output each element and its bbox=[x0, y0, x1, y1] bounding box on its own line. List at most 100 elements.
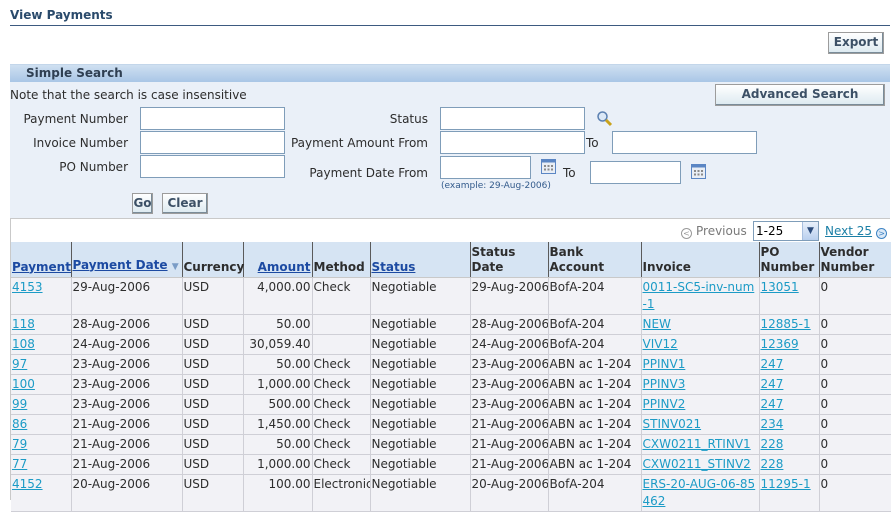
status-input[interactable] bbox=[440, 107, 585, 130]
search-icon[interactable] bbox=[596, 110, 613, 127]
po-number-link[interactable]: 11295-1 bbox=[761, 477, 811, 491]
po-number-link[interactable]: 247 bbox=[761, 397, 784, 411]
payment-amount-to-input[interactable] bbox=[612, 131, 757, 154]
currency-cell: USD bbox=[181, 354, 243, 375]
payment-cell: 79 bbox=[11, 434, 71, 455]
payment-link[interactable]: 100 bbox=[12, 377, 35, 391]
po-number-link[interactable]: 13051 bbox=[761, 280, 799, 294]
status-date-cell: 23-Aug-2006 bbox=[469, 354, 548, 375]
payment-cell: 97 bbox=[11, 354, 71, 375]
payment-link[interactable]: 86 bbox=[12, 417, 27, 431]
vendor-number-cell: 0 bbox=[818, 374, 891, 395]
col-payment[interactable]: Payment bbox=[11, 242, 71, 278]
payment-date-cell: 23-Aug-2006 bbox=[70, 394, 182, 415]
invoice-link[interactable]: ERS-20-AUG-06-85462 bbox=[643, 477, 756, 508]
vendor-number-cell: 0 bbox=[818, 314, 891, 335]
po-number-cell: 12885-1 bbox=[758, 314, 819, 335]
invoice-cell: CXW0211_RTINV1 bbox=[640, 434, 759, 455]
payment-link[interactable]: 4152 bbox=[12, 477, 43, 491]
payment-link[interactable]: 77 bbox=[12, 457, 27, 471]
po-number-link[interactable]: 247 bbox=[761, 357, 784, 371]
calendar-icon[interactable] bbox=[691, 164, 706, 179]
payment-date-cell: 29-Aug-2006 bbox=[70, 277, 182, 315]
vendor-number-cell: 0 bbox=[818, 354, 891, 375]
col-amount[interactable]: Amount bbox=[242, 242, 312, 278]
payment-link[interactable]: 99 bbox=[12, 397, 27, 411]
status-cell: Negotiable bbox=[369, 414, 470, 435]
po-number-cell: 247 bbox=[758, 354, 819, 375]
po-number-cell: 13051 bbox=[758, 277, 819, 315]
payment-amount-from-input[interactable] bbox=[440, 131, 585, 154]
status-cell: Negotiable bbox=[369, 354, 470, 375]
payment-cell: 118 bbox=[11, 314, 71, 335]
payment-amount-from-label: Payment Amount From bbox=[290, 136, 428, 150]
invoice-link[interactable]: CXW0211_STINV2 bbox=[643, 457, 751, 471]
payment-date-to-input[interactable] bbox=[590, 161, 681, 184]
page-title: View Payments bbox=[10, 8, 890, 26]
payment-cell: 100 bbox=[11, 374, 71, 395]
simple-search-region: Simple Search Note that the search is ca… bbox=[10, 64, 890, 218]
col-status[interactable]: Status bbox=[369, 242, 470, 278]
payment-link[interactable]: 97 bbox=[12, 357, 27, 371]
chevron-down-icon[interactable]: ▼ bbox=[802, 222, 818, 240]
payment-amount-to-label: To bbox=[586, 136, 599, 150]
table-row: 97 23-Aug-2006 USD 50.00 Check Negotiable 23-A… bbox=[11, 354, 891, 375]
clear-button[interactable]: Clear bbox=[162, 193, 208, 214]
col-method: Method bbox=[311, 242, 370, 278]
currency-cell: USD bbox=[181, 394, 243, 415]
invoice-link[interactable]: PPINV2 bbox=[643, 397, 686, 411]
invoice-link[interactable]: CXW0211_RTINV1 bbox=[643, 437, 751, 451]
po-number-label: PO Number bbox=[59, 160, 128, 174]
payment-link[interactable]: 108 bbox=[12, 337, 35, 351]
invoice-link[interactable]: 0011-SC5-inv-num-1 bbox=[643, 280, 755, 311]
method-cell: Check bbox=[311, 394, 370, 415]
payment-link[interactable]: 79 bbox=[12, 437, 27, 451]
method-cell: Check bbox=[311, 374, 370, 395]
status-date-cell: 24-Aug-2006 bbox=[469, 334, 548, 355]
next-link[interactable]: Next 25 > bbox=[825, 224, 888, 239]
po-number-link[interactable]: 228 bbox=[761, 457, 784, 471]
go-button[interactable]: Go bbox=[132, 193, 153, 214]
status-cell: Negotiable bbox=[369, 314, 470, 335]
table-row: 4153 29-Aug-2006 USD 4,000.00 Check Negotiabl… bbox=[11, 277, 891, 315]
payment-cell: 99 bbox=[11, 394, 71, 415]
invoice-link[interactable]: PPINV3 bbox=[643, 377, 686, 391]
bank-account-cell: ABN ac 1-204 bbox=[547, 414, 641, 435]
po-number-link[interactable]: 228 bbox=[761, 437, 784, 451]
amount-cell: 100.00 bbox=[242, 474, 312, 512]
po-number-input[interactable] bbox=[140, 155, 285, 178]
amount-cell: 1,000.00 bbox=[242, 454, 312, 475]
invoice-link[interactable]: STINV021 bbox=[643, 417, 702, 431]
po-number-link[interactable]: 12369 bbox=[761, 337, 799, 351]
previous-link: < Previous bbox=[681, 224, 747, 239]
po-number-link[interactable]: 247 bbox=[761, 377, 784, 391]
payment-number-input[interactable] bbox=[140, 107, 285, 130]
invoice-link[interactable]: NEW bbox=[643, 317, 671, 331]
payment-date-cell: 24-Aug-2006 bbox=[70, 334, 182, 355]
po-number-cell: 11295-1 bbox=[758, 474, 819, 512]
advanced-search-button[interactable]: Advanced Search bbox=[715, 84, 885, 106]
po-number-link[interactable]: 234 bbox=[761, 417, 784, 431]
range-select[interactable]: 1-25 ▼ bbox=[753, 221, 819, 241]
payment-date-from-input[interactable] bbox=[440, 156, 531, 179]
invoice-link[interactable]: VIV12 bbox=[643, 337, 678, 351]
table-row: 99 23-Aug-2006 USD 500.00 Check Negotiable 23-… bbox=[11, 394, 891, 415]
payment-cell: 4153 bbox=[11, 277, 71, 315]
payment-cell: 4152 bbox=[11, 474, 71, 512]
col-status-date: Status Date bbox=[469, 242, 548, 278]
col-payment-date[interactable]: Payment Date ▼ bbox=[70, 242, 182, 278]
payment-date-cell: 20-Aug-2006 bbox=[70, 474, 182, 512]
payment-link[interactable]: 4153 bbox=[12, 280, 43, 294]
po-number-cell: 247 bbox=[758, 394, 819, 415]
po-number-link[interactable]: 12885-1 bbox=[761, 317, 811, 331]
next-icon[interactable]: > bbox=[876, 228, 888, 239]
vendor-number-cell: 0 bbox=[818, 394, 891, 415]
invoice-number-input[interactable] bbox=[140, 131, 285, 154]
payment-link[interactable]: 118 bbox=[12, 317, 35, 331]
export-button[interactable]: Export bbox=[828, 32, 884, 54]
status-date-cell: 21-Aug-2006 bbox=[469, 414, 548, 435]
amount-cell: 50.00 bbox=[242, 314, 312, 335]
currency-cell: USD bbox=[181, 374, 243, 395]
invoice-link[interactable]: PPINV1 bbox=[643, 357, 686, 371]
calendar-icon[interactable] bbox=[541, 159, 556, 174]
